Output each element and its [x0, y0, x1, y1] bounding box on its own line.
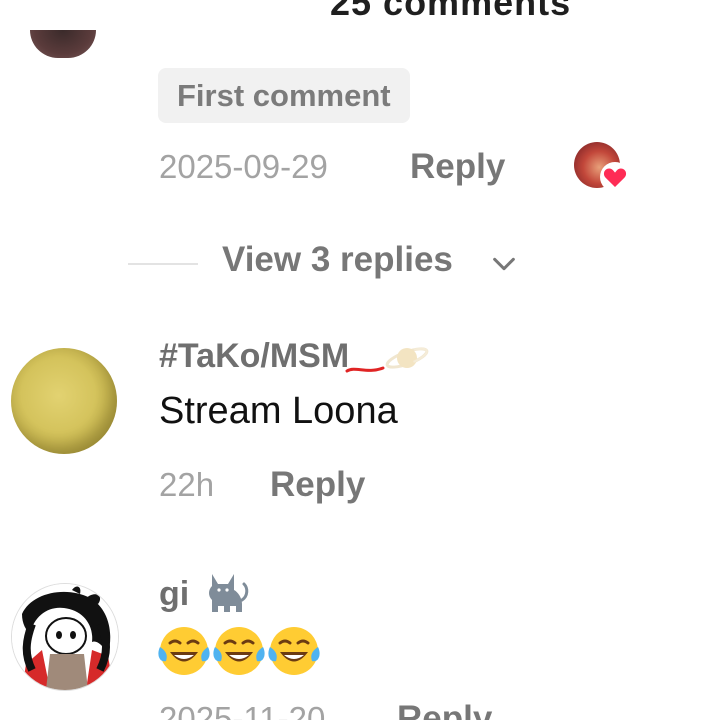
comment-time: 22h	[159, 466, 215, 503]
face-with-tears-of-joy-icon	[213, 627, 265, 675]
comments-panel: 25 comments First comment 2025-09-29 Rep…	[0, 0, 720, 720]
view-replies-button[interactable]: View 3 replies	[222, 240, 453, 280]
reply-button[interactable]: Reply	[410, 147, 505, 187]
decoration	[345, 366, 385, 373]
ringed-planet-icon	[385, 347, 429, 369]
comment-date: 2025-11-20	[159, 700, 326, 720]
face-with-tears-of-joy-icon	[268, 627, 320, 675]
heart-icon	[600, 162, 630, 192]
reply-button[interactable]: Reply	[397, 699, 492, 720]
comment-username[interactable]: #TaKo/MSM	[159, 337, 349, 376]
chevron-down-icon[interactable]	[490, 250, 518, 278]
comment-username[interactable]: gi	[159, 575, 189, 614]
comment-date: 2025-09-29	[159, 148, 328, 185]
cat-icon	[209, 574, 249, 612]
comment-text: Stream Loona	[159, 390, 398, 432]
avatar[interactable]	[11, 348, 117, 454]
face-with-tears-of-joy-icon	[158, 627, 210, 675]
comments-count-header: 25 comments	[330, 0, 572, 23]
avatar[interactable]	[30, 30, 96, 58]
reply-button[interactable]: Reply	[270, 465, 365, 505]
first-comment-tag: First comment	[158, 68, 410, 123]
divider	[128, 263, 198, 265]
avatar-illustration	[12, 584, 118, 690]
creator-liked-badge	[574, 142, 630, 192]
avatar[interactable]	[11, 583, 119, 691]
